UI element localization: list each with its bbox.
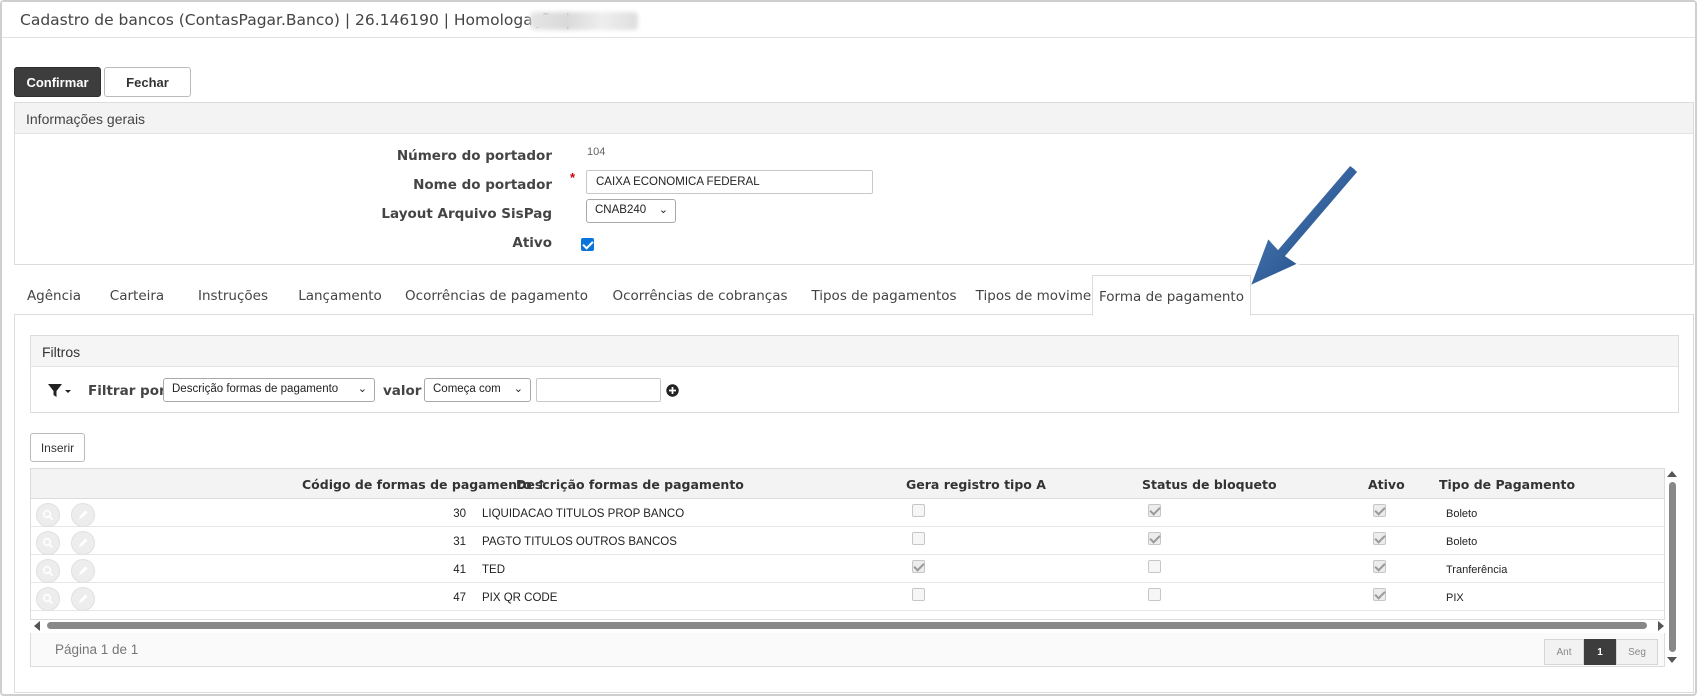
tab-instrucoes[interactable]: Instruções: [180, 275, 286, 315]
status-bloqueto-checkbox: [1148, 504, 1161, 517]
col-codigo-label: Código de formas de pagamento: [302, 477, 532, 492]
vertical-scrollbar[interactable]: [1666, 468, 1678, 668]
edit-icon[interactable]: [71, 587, 95, 611]
page-info: Página 1 de 1: [55, 642, 139, 657]
view-icon[interactable]: [36, 503, 60, 527]
table-row[interactable]: 30 LIQUIDACAO TITULOS PROP BANCO Boleto: [31, 499, 1664, 527]
ativo-row-checkbox: [1373, 560, 1386, 573]
add-filter-icon[interactable]: [666, 384, 679, 402]
descricao-cell: PIX QR CODE: [482, 592, 558, 604]
ativo-label: Ativo: [512, 235, 552, 251]
current-page-button[interactable]: 1: [1584, 639, 1616, 665]
col-gera-header[interactable]: Gera registro tipo A: [906, 477, 1046, 492]
filter-field-value: Descrição formas de pagamento: [172, 383, 339, 395]
gera-registro-checkbox: [912, 532, 925, 545]
tab-forma-pagamento[interactable]: Forma de pagamento: [1092, 275, 1251, 316]
edit-icon[interactable]: [71, 559, 95, 583]
status-bloqueto-checkbox: [1148, 588, 1161, 601]
vertical-scroll-thumb[interactable]: [1669, 482, 1676, 652]
col-ativo-header[interactable]: Ativo: [1368, 477, 1405, 492]
layout-sispag-label: Layout Arquivo SisPag: [381, 206, 552, 222]
layout-sispag-value: CNAB240: [595, 204, 647, 216]
gera-registro-checkbox: [912, 504, 925, 517]
codigo-cell: 31: [453, 536, 466, 548]
ativo-row-checkbox: [1373, 588, 1386, 601]
horizontal-scrollbar[interactable]: [33, 620, 1665, 631]
status-bloqueto-checkbox: [1148, 532, 1161, 545]
col-codigo-header[interactable]: Código de formas de pagamento ↑: [302, 477, 546, 492]
chevron-down-icon: ⌄: [357, 383, 367, 395]
table-row[interactable]: 31 PAGTO TITULOS OUTROS BANCOS Boleto: [31, 527, 1664, 555]
next-page-button[interactable]: Seg: [1616, 639, 1658, 665]
scroll-left-icon: [34, 621, 40, 631]
status-bloqueto-checkbox: [1148, 560, 1161, 573]
filter-by-label: Filtrar por: [88, 383, 166, 399]
layout-sispag-select[interactable]: CNAB240 ⌄: [586, 199, 676, 223]
ativo-row-checkbox: [1373, 532, 1386, 545]
ativo-row-checkbox: [1373, 504, 1386, 517]
prev-page-button[interactable]: Ant: [1544, 639, 1584, 665]
filter-operator-value: Começa com: [433, 383, 501, 395]
codigo-cell: 30: [453, 508, 466, 520]
nome-portador-label: Nome do portador: [413, 177, 552, 193]
view-icon[interactable]: [36, 531, 60, 555]
tab-carteira[interactable]: Carteira: [94, 275, 180, 315]
annotation-arrow-icon: [1248, 163, 1360, 288]
horizontal-scroll-thumb[interactable]: [47, 622, 1647, 629]
required-indicator: *: [570, 170, 576, 185]
descricao-cell: PAGTO TITULOS OUTROS BANCOS: [482, 536, 677, 548]
payment-forms-grid: Código de formas de pagamento ↑ Descriçã…: [30, 468, 1665, 620]
edit-icon[interactable]: [71, 503, 95, 527]
gera-registro-checkbox: [912, 560, 925, 573]
col-status-header[interactable]: Status de bloqueto: [1142, 477, 1277, 492]
filters-header: Filtros: [31, 336, 1678, 367]
tipo-pagamento-cell: Boleto: [1446, 508, 1478, 520]
tipo-pagamento-cell: PIX: [1446, 592, 1464, 604]
valor-label: valor: [383, 383, 422, 399]
general-info-header: Informações gerais: [15, 103, 1693, 134]
numero-portador-label: Número do portador: [396, 148, 552, 164]
grid-header: Código de formas de pagamento ↑ Descriçã…: [31, 469, 1664, 499]
table-row[interactable]: 47 PIX QR CODE PIX: [31, 583, 1664, 611]
tab-bar: Agência Carteira Instruções Lançamento O…: [14, 275, 1694, 316]
col-tipo-header[interactable]: Tipo de Pagamento: [1439, 477, 1575, 492]
tipo-pagamento-cell: Tranferência: [1446, 564, 1508, 576]
filter-operator-select[interactable]: Começa com ⌄: [424, 378, 531, 402]
edit-icon[interactable]: [71, 531, 95, 555]
close-button[interactable]: Fechar: [104, 67, 191, 97]
tab-ocorrencias-cobrancas[interactable]: Ocorrências de cobranças: [599, 275, 801, 315]
filter-search-input[interactable]: [536, 378, 661, 402]
chevron-down-icon: ⌄: [513, 383, 523, 395]
descricao-cell: LIQUIDACAO TITULOS PROP BANCO: [482, 508, 685, 520]
chevron-down-icon: ⌄: [658, 204, 668, 216]
pager-bar: Página 1 de 1 Ant 1 Seg: [30, 633, 1665, 667]
redacted-text: [530, 12, 638, 30]
tab-ocorrencias-pagamento[interactable]: Ocorrências de pagamento: [394, 275, 599, 315]
col-descricao-header[interactable]: Descrição formas de pagamento: [516, 477, 744, 492]
scroll-down-icon: [1667, 657, 1677, 663]
descricao-cell: TED: [482, 564, 505, 576]
scroll-right-icon: [1658, 621, 1664, 631]
nome-portador-input[interactable]: CAIXA ECONOMICA FEDERAL: [586, 170, 873, 194]
tab-agencia[interactable]: Agência: [14, 275, 94, 315]
insert-button[interactable]: Inserir: [30, 433, 85, 462]
view-icon[interactable]: [36, 587, 60, 611]
gera-registro-checkbox: [912, 588, 925, 601]
tab-tipos-pagamentos[interactable]: Tipos de pagamentos: [801, 275, 967, 315]
codigo-cell: 47: [453, 592, 466, 604]
ativo-checkbox[interactable]: [581, 238, 594, 251]
window-title: Cadastro de bancos (ContasPagar.Banco) |…: [20, 11, 571, 29]
view-icon[interactable]: [36, 559, 60, 583]
tab-lancamento[interactable]: Lançamento: [286, 275, 394, 315]
scroll-up-icon: [1667, 471, 1677, 477]
numero-portador-value: 104: [587, 146, 606, 158]
table-row[interactable]: 41 TED Tranferência: [31, 555, 1664, 583]
confirm-button[interactable]: Confirmar: [14, 67, 101, 97]
tipo-pagamento-cell: Boleto: [1446, 536, 1478, 548]
title-bar: Cadastro de bancos (ContasPagar.Banco) |…: [2, 2, 1695, 38]
filter-icon[interactable]: [47, 383, 73, 404]
filter-field-select[interactable]: Descrição formas de pagamento ⌄: [163, 378, 375, 402]
codigo-cell: 41: [453, 564, 466, 576]
